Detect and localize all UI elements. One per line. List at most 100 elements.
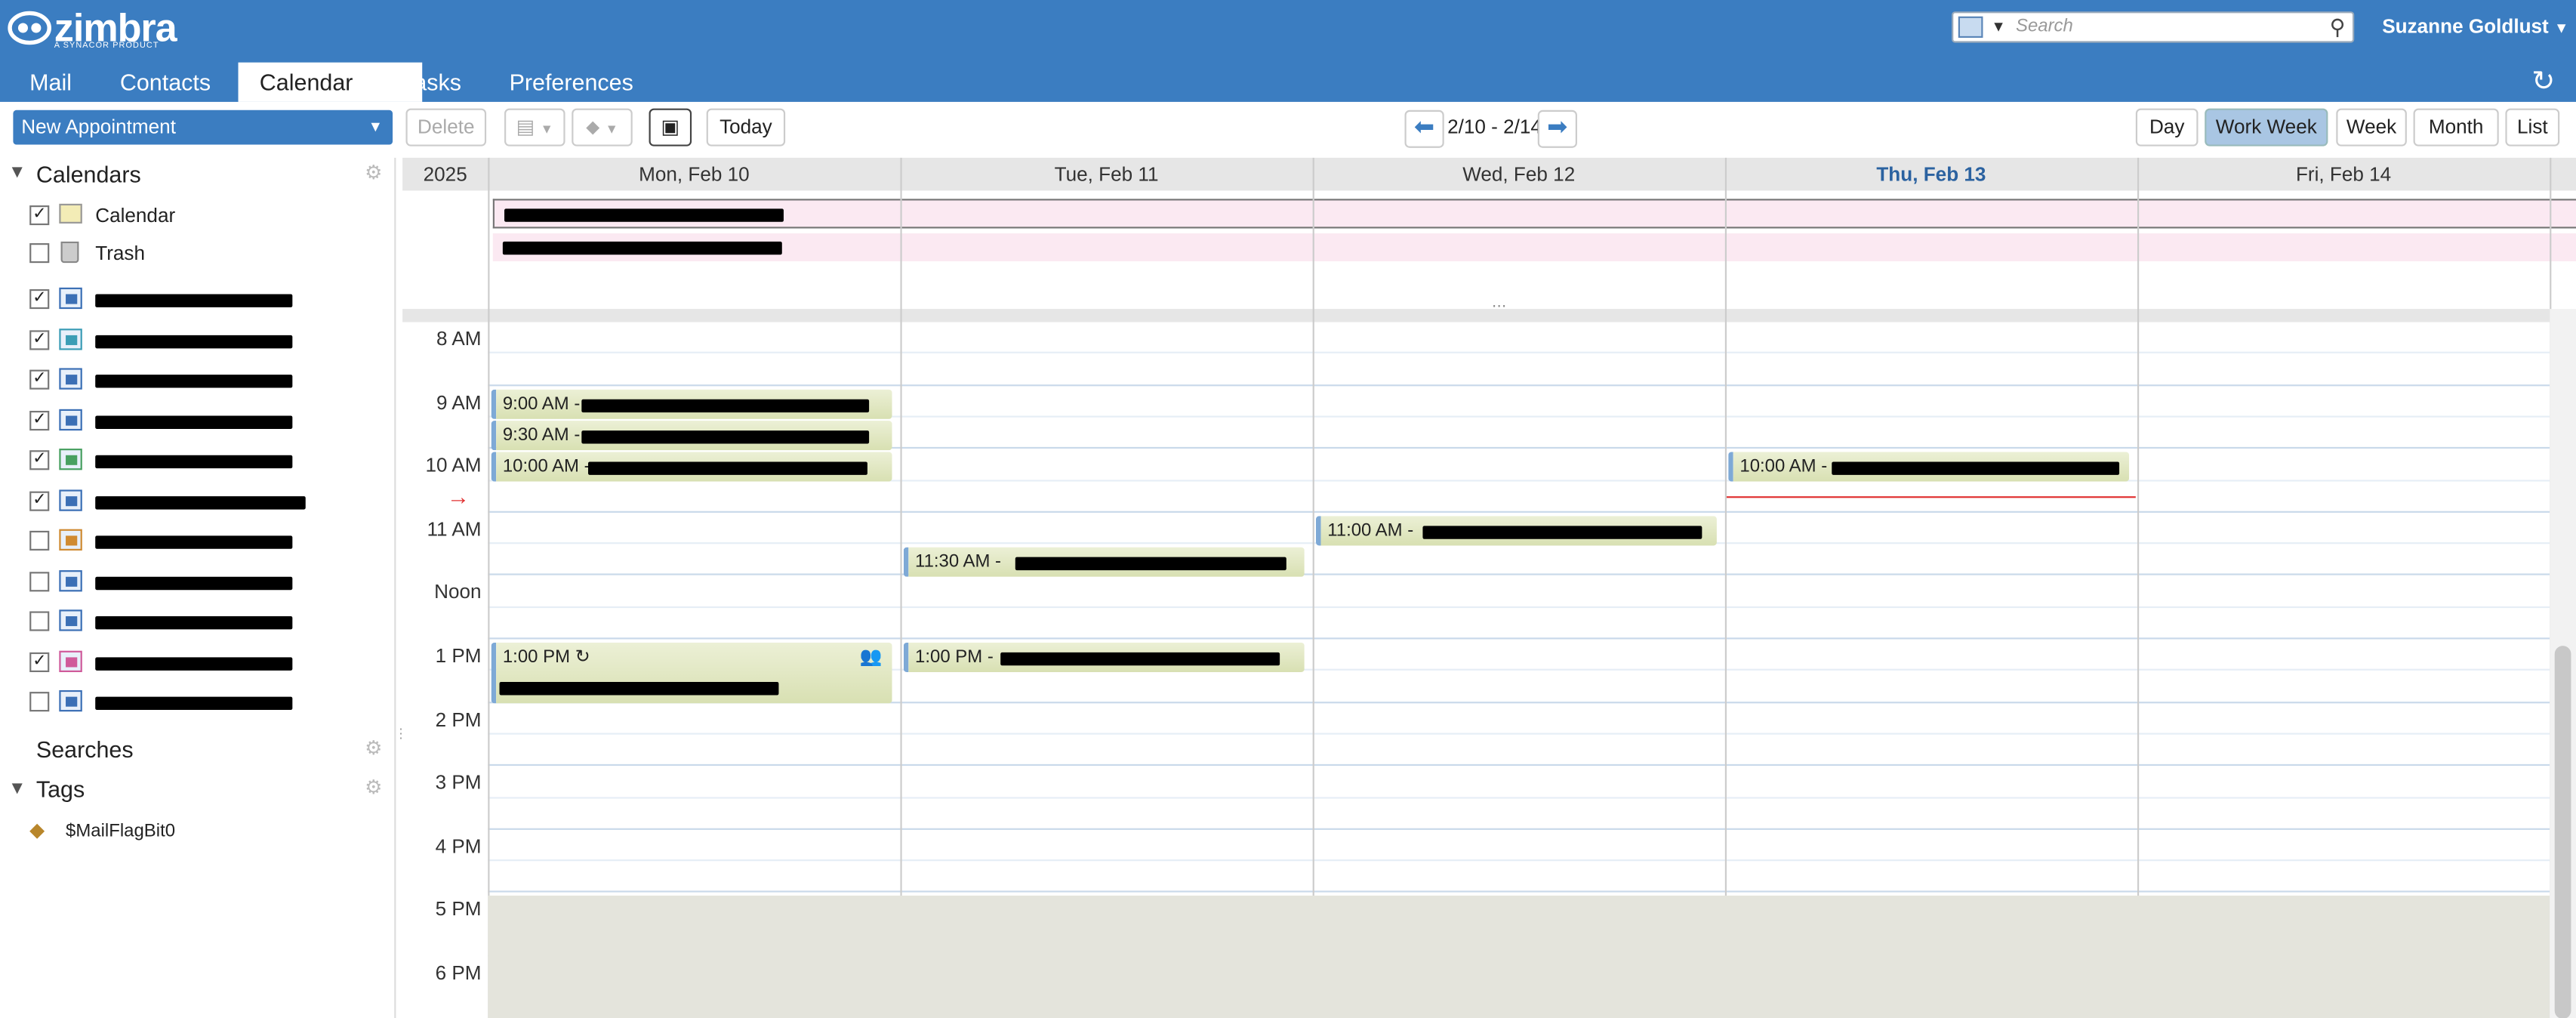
- print-button[interactable]: ▣: [649, 108, 692, 147]
- calendar-item-label: Trash: [95, 241, 145, 265]
- view-week-button[interactable]: Week: [2336, 108, 2407, 147]
- search-type-icon[interactable]: [1958, 16, 1983, 39]
- calendar-item-shared[interactable]: [29, 685, 358, 718]
- calendar-checkbox[interactable]: ✓: [29, 651, 50, 671]
- tab-mail[interactable]: Mail: [8, 63, 93, 102]
- calendar-checkbox[interactable]: ✓: [29, 205, 50, 226]
- app-logo-sub: A SYNACOR PRODUCT: [54, 41, 159, 51]
- calendar-item-shared[interactable]: [29, 564, 358, 597]
- calendar-item-shared[interactable]: ✓: [29, 403, 358, 437]
- chevron-down-icon: ▼: [2554, 20, 2569, 36]
- calendar-checkbox[interactable]: [29, 692, 50, 712]
- collapse-calendars-icon[interactable]: ▼: [8, 162, 26, 182]
- calendar-checkbox[interactable]: ✓: [29, 450, 50, 470]
- redacted-label: [95, 415, 293, 428]
- calendar-item-trash[interactable]: Trash: [29, 236, 358, 270]
- sidebar-resize-handle[interactable]: ⋮: [394, 727, 407, 740]
- half-hour-line: [488, 352, 2550, 354]
- all-day-event[interactable]: [492, 199, 2576, 229]
- day-column-divider: [900, 157, 902, 1018]
- appointment[interactable]: 11:30 AM -: [903, 547, 1305, 577]
- view-list-button[interactable]: List: [2505, 108, 2560, 147]
- appointment[interactable]: 10:00 AM -: [1728, 452, 2130, 482]
- appointment-time: 1:00 PM: [502, 647, 571, 668]
- today-button[interactable]: Today: [706, 108, 786, 147]
- tag-menu-button[interactable]: ⬥ ▼: [572, 108, 633, 147]
- scrollbar-thumb[interactable]: [2554, 646, 2571, 1018]
- day-header-mon[interactable]: Mon, Feb 10: [489, 158, 898, 191]
- view-day-button[interactable]: Day: [2135, 108, 2199, 147]
- appointment[interactable]: 10:00 AM -: [491, 452, 892, 482]
- shared-calendar-icon: [59, 649, 82, 671]
- calendar-item-shared[interactable]: ✓: [29, 282, 358, 316]
- appointment[interactable]: 9:30 AM -: [491, 421, 892, 451]
- hour-label: 11 AM: [427, 517, 482, 541]
- searches-gear-icon[interactable]: ⚙: [365, 736, 382, 759]
- appointment-time: 1:00 PM -: [915, 647, 994, 668]
- tags-gear-icon[interactable]: ⚙: [365, 776, 382, 798]
- calendar-item-shared[interactable]: ✓: [29, 363, 358, 396]
- all-day-divider[interactable]: [402, 309, 2550, 322]
- calendar-item-shared[interactable]: [29, 524, 358, 557]
- calendar-checkbox[interactable]: ✓: [29, 329, 50, 350]
- hour-line: [488, 511, 2550, 513]
- search-icon[interactable]: ⚲: [2330, 15, 2346, 42]
- previous-week-arrow-icon[interactable]: ⬅: [1404, 110, 1444, 148]
- print-menu-button[interactable]: ▤ ▼: [504, 108, 565, 147]
- day-column-divider: [488, 157, 490, 1018]
- day-header-wed[interactable]: Wed, Feb 12: [1314, 158, 1724, 191]
- all-day-event[interactable]: [492, 233, 2576, 261]
- hour-label: 6 PM: [435, 961, 482, 985]
- calendar-checkbox[interactable]: ✓: [29, 490, 50, 511]
- appointment[interactable]: 9:00 AM -: [491, 389, 892, 419]
- calendar-checkbox[interactable]: ✓: [29, 369, 50, 390]
- tab-tasks[interactable]: Tasks: [381, 63, 482, 102]
- calendar-item-shared[interactable]: ✓: [29, 444, 358, 477]
- user-menu[interactable]: Suzanne Goldlust ▼: [2382, 15, 2568, 38]
- tab-contacts[interactable]: Contacts: [99, 63, 233, 102]
- new-appointment-button[interactable]: New Appointment ▼: [13, 110, 393, 145]
- appointment-time: 9:00 AM -: [502, 394, 581, 415]
- calendar-item-calendar[interactable]: ✓ Calendar: [29, 199, 358, 232]
- appointment[interactable]: 1:00 PM ↻ 👥: [491, 642, 892, 704]
- calendar-checkbox[interactable]: [29, 611, 50, 631]
- shared-calendar-icon: [59, 368, 82, 390]
- collapse-tags-icon[interactable]: ▼: [8, 779, 26, 798]
- view-work-week-button[interactable]: Work Week: [2205, 108, 2328, 147]
- chevron-down-icon[interactable]: ▼: [1991, 18, 2005, 35]
- tags-title: Tags: [35, 776, 85, 802]
- tag-item-label[interactable]: $MailFlagBit0: [66, 822, 175, 841]
- view-month-button[interactable]: Month: [2413, 108, 2499, 147]
- day-header-thu[interactable]: Thu, Feb 13: [1727, 158, 2136, 191]
- calendar-item-shared[interactable]: [29, 605, 358, 638]
- calendar-item-shared[interactable]: ✓: [29, 323, 358, 356]
- day-header-tue[interactable]: Tue, Feb 11: [902, 158, 1311, 191]
- search-input[interactable]: Search: [2016, 17, 2073, 36]
- calendar-checkbox[interactable]: [29, 530, 50, 551]
- search-box[interactable]: ▼ Search ⚲: [1952, 11, 2355, 43]
- calendar-item-shared[interactable]: ✓: [29, 645, 358, 678]
- day-header-fri[interactable]: Fri, Feb 14: [2139, 158, 2548, 191]
- appointment[interactable]: 11:00 AM -: [1315, 516, 1717, 546]
- calendar-checkbox[interactable]: ✓: [29, 409, 50, 430]
- chevron-down-icon[interactable]: ▼: [368, 110, 383, 145]
- calendar-checkbox[interactable]: ✓: [29, 288, 50, 310]
- user-name: Suzanne Goldlust: [2382, 14, 2549, 39]
- appointment-time: 10:00 AM -: [1739, 456, 1828, 477]
- redacted-label: [95, 455, 293, 469]
- appointment[interactable]: 1:00 PM -: [903, 642, 1305, 672]
- delete-button[interactable]: Delete: [405, 108, 487, 147]
- trash-checkbox[interactable]: [29, 243, 50, 264]
- hour-label: 5 PM: [435, 897, 482, 921]
- resize-handle-icon[interactable]: ⋯: [1492, 298, 1507, 316]
- next-week-arrow-icon[interactable]: ➡: [1537, 110, 1577, 148]
- refresh-icon[interactable]: ↻: [2531, 66, 2555, 99]
- redacted-label: [95, 575, 293, 590]
- hour-label: 9 AM: [436, 390, 482, 414]
- shared-calendar-icon: [59, 609, 82, 631]
- hour-line: [488, 384, 2550, 386]
- tab-preferences[interactable]: Preferences: [488, 63, 655, 102]
- calendars-gear-icon[interactable]: ⚙: [365, 161, 382, 184]
- calendar-checkbox[interactable]: [29, 571, 50, 591]
- calendar-item-shared[interactable]: ✓: [29, 484, 358, 517]
